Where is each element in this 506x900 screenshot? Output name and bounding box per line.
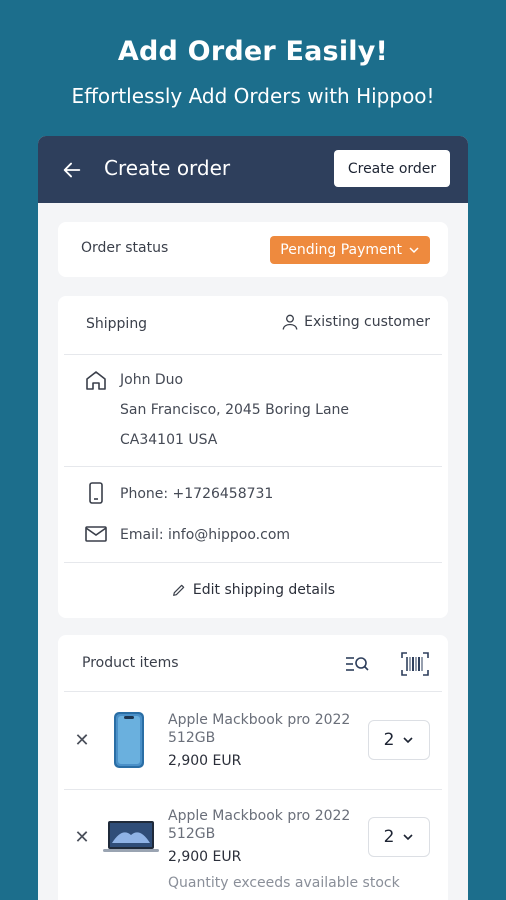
divider bbox=[64, 466, 442, 467]
user-icon bbox=[282, 314, 298, 330]
quantity-dropdown[interactable]: 2 bbox=[368, 720, 430, 760]
promo-title: Add Order Easily! bbox=[117, 36, 389, 67]
mail-icon bbox=[85, 526, 107, 542]
back-button[interactable] bbox=[56, 154, 88, 186]
item-price: 2,900 EUR bbox=[168, 753, 242, 769]
existing-customer-button[interactable]: Existing customer bbox=[280, 312, 430, 332]
order-status-dropdown[interactable]: Pending Payment bbox=[270, 236, 430, 264]
stock-warning: Quantity exceeds available stock bbox=[168, 875, 400, 891]
remove-item-button[interactable]: ✕ bbox=[72, 826, 92, 848]
scan-barcode-button[interactable] bbox=[400, 649, 430, 679]
item-name-line2: 512GB bbox=[168, 826, 216, 842]
promo-subtitle: Effortlessly Add Orders with Hippoo! bbox=[71, 84, 435, 108]
close-icon: ✕ bbox=[74, 826, 90, 848]
macbook-image bbox=[103, 821, 159, 852]
shipping-phone: Phone: +1726458731 bbox=[120, 486, 274, 502]
order-status-card: Order status Pending Payment bbox=[58, 222, 448, 277]
search-products-button[interactable] bbox=[342, 649, 372, 679]
item-name: Apple Mackbook pro 2022 512GB bbox=[168, 711, 368, 747]
shipping-card: Shipping Existing customer John Duo San … bbox=[58, 296, 448, 618]
item-price: 2,900 EUR bbox=[168, 849, 242, 865]
barcode-icon bbox=[401, 652, 429, 676]
quantity-value: 2 bbox=[383, 730, 395, 750]
remove-item-button[interactable]: ✕ bbox=[72, 729, 92, 751]
product-items-title: Product items bbox=[82, 655, 179, 671]
list-search-icon bbox=[346, 657, 369, 671]
arrow-left-icon bbox=[63, 162, 81, 178]
phone-screen: Create order Create order Order status P… bbox=[38, 136, 468, 900]
page-title: Create order bbox=[104, 156, 231, 180]
product-item: ✕ Apple Mackbook pro 2022 512GB 2,900 EU… bbox=[58, 691, 448, 789]
item-name-line2: 512GB bbox=[168, 730, 216, 746]
close-icon: ✕ bbox=[74, 729, 90, 751]
existing-customer-label: Existing customer bbox=[304, 314, 430, 330]
divider bbox=[64, 562, 442, 563]
phone-icon bbox=[89, 482, 103, 504]
divider bbox=[64, 354, 442, 355]
shipping-title: Shipping bbox=[86, 316, 148, 332]
iphone-image bbox=[114, 712, 144, 768]
chevron-down-icon bbox=[403, 737, 413, 744]
product-item: ✕ Apple Mackbook pro 2022 512GB 2,900 EU… bbox=[58, 789, 448, 900]
app-bar: Create order Create order bbox=[38, 136, 468, 203]
shipping-name: John Duo bbox=[120, 372, 184, 388]
order-status-value: Pending Payment bbox=[280, 242, 402, 258]
chevron-down-icon bbox=[409, 247, 419, 254]
shipping-header: Shipping Existing customer bbox=[58, 296, 448, 354]
quantity-dropdown[interactable]: 2 bbox=[368, 817, 430, 857]
product-items-card: Product items ✕ Apple Mackbook pro 2022 … bbox=[58, 635, 448, 900]
shipping-address-line2: CA34101 USA bbox=[120, 432, 218, 448]
create-order-button[interactable]: Create order bbox=[334, 150, 450, 187]
quantity-value: 2 bbox=[383, 827, 395, 847]
item-name-line1: Apple Mackbook pro 2022 bbox=[168, 808, 351, 824]
edit-shipping-label: Edit shipping details bbox=[192, 582, 336, 598]
edit-shipping-button[interactable]: Edit shipping details bbox=[58, 582, 448, 598]
chevron-down-icon bbox=[403, 834, 413, 841]
home-icon bbox=[86, 371, 106, 390]
item-name: Apple Mackbook pro 2022 512GB bbox=[168, 807, 368, 843]
pencil-icon bbox=[172, 584, 185, 596]
item-name-line1: Apple Mackbook pro 2022 bbox=[168, 712, 351, 728]
shipping-email: Email: info@hippoo.com bbox=[120, 527, 291, 543]
order-status-label: Order status bbox=[81, 240, 169, 256]
shipping-address-line1: San Francisco, 2045 Boring Lane bbox=[120, 402, 350, 418]
